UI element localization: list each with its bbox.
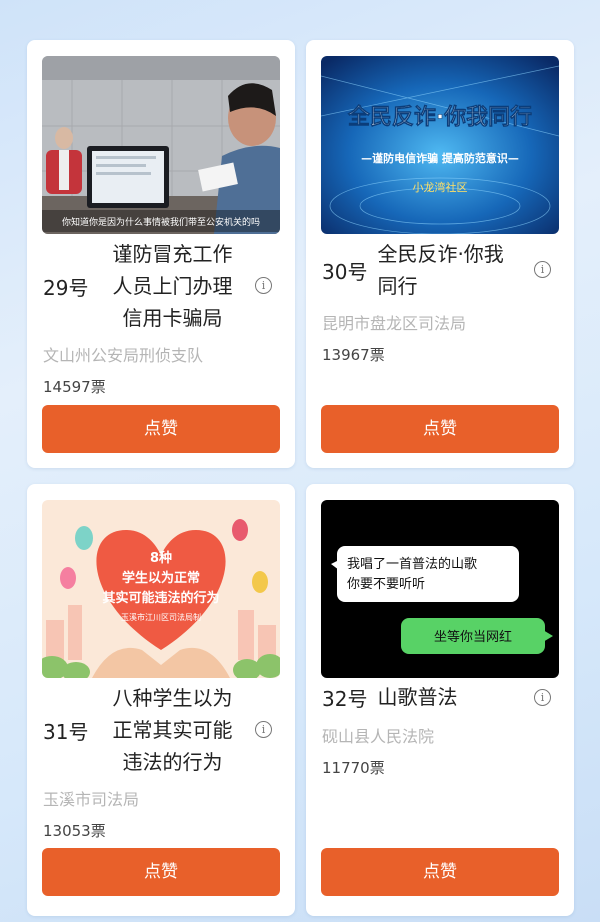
like-button[interactable]: 点赞 bbox=[42, 405, 280, 453]
video-number: 32号 bbox=[322, 686, 368, 711]
video-title-text: 山歌普法 bbox=[377, 685, 458, 709]
thumbnail-title: 全民反诈·你我同行 bbox=[347, 104, 532, 130]
vote-count: 11770票 bbox=[322, 759, 385, 777]
vote-count: 14597票 bbox=[43, 378, 106, 396]
video-number: 30号 bbox=[322, 259, 368, 284]
info-icon[interactable]: i bbox=[255, 277, 272, 294]
organization-name: 文山州公安局刑侦支队 bbox=[43, 346, 204, 365]
video-card-31[interactable]: 8种 学生以为正常 其实可能违法的行为 玉溪市江川区司法局制 31号 八种学生以… bbox=[27, 484, 295, 916]
video-number: 31号 bbox=[43, 719, 89, 744]
thumbnail-line-2: 学生以为正常 bbox=[122, 570, 200, 586]
vote-count: 13967票 bbox=[322, 346, 385, 364]
info-icon[interactable]: i bbox=[534, 261, 551, 278]
thumbnail-caption: 你知道你是因为什么事情被我们带至公安机关的吗 bbox=[62, 216, 260, 228]
thumbnail-credit: 玉溪市江川区司法局制 bbox=[121, 612, 201, 622]
organization-name: 昆明市盘龙区司法局 bbox=[322, 314, 467, 333]
video-card-30[interactable]: 全民反诈·你我同行 —谨防电信诈骗 提高防范意识— 小龙湾社区 30号 全民反诈… bbox=[306, 40, 574, 468]
chat-bubble-left-line-2: 你要不要听听 bbox=[347, 577, 425, 592]
thumbnail-line-3: 其实可能违法的行为 bbox=[102, 590, 219, 606]
thumbnail-subtitle: —谨防电信诈骗 提高防范意识— bbox=[361, 151, 519, 165]
video-thumbnail[interactable]: 我唱了一首普法的山歌 你要不要听听 坐等你当网红 bbox=[321, 500, 559, 678]
vote-count: 13053票 bbox=[43, 822, 106, 840]
like-button[interactable]: 点赞 bbox=[321, 848, 559, 896]
video-title: 29号 谨防冒充工作 人员上门办理 信用卡骗局 bbox=[43, 238, 281, 334]
info-icon[interactable]: i bbox=[534, 689, 551, 706]
video-title: 30号 全民反诈·你我 同行 bbox=[322, 238, 560, 302]
video-thumbnail[interactable]: 全民反诈·你我同行 —谨防电信诈骗 提高防范意识— 小龙湾社区 bbox=[321, 56, 559, 234]
video-title-text: 全民反诈·你我 同行 bbox=[377, 242, 504, 298]
video-card-29[interactable]: 你知道你是因为什么事情被我们带至公安机关的吗 29号 谨防冒充工作 人员上门办理… bbox=[27, 40, 295, 468]
organization-name: 砚山县人民法院 bbox=[322, 727, 435, 746]
like-button[interactable]: 点赞 bbox=[42, 848, 280, 896]
video-card-32[interactable]: 我唱了一首普法的山歌 你要不要听听 坐等你当网红 32号 山歌普法 i 砚山县人… bbox=[306, 484, 574, 916]
video-title: 32号 山歌普法 bbox=[322, 681, 560, 713]
info-icon[interactable]: i bbox=[255, 721, 272, 738]
video-title-text: 谨防冒充工作 人员上门办理 信用卡骗局 bbox=[112, 242, 233, 330]
video-thumbnail[interactable]: 8种 学生以为正常 其实可能违法的行为 玉溪市江川区司法局制 bbox=[42, 500, 280, 678]
thumbnail-line-1: 8种 bbox=[150, 550, 172, 566]
chat-bubble-right: 坐等你当网红 bbox=[434, 629, 512, 645]
chat-bubble-left-line-1: 我唱了一首普法的山歌 bbox=[347, 556, 477, 572]
like-button[interactable]: 点赞 bbox=[321, 405, 559, 453]
organization-name: 玉溪市司法局 bbox=[43, 790, 140, 809]
thumbnail-author: 小龙湾社区 bbox=[413, 180, 468, 194]
video-title-text: 八种学生以为 正常其实可能 违法的行为 bbox=[112, 686, 233, 774]
video-title: 31号 八种学生以为 正常其实可能 违法的行为 bbox=[43, 682, 281, 778]
video-thumbnail[interactable]: 你知道你是因为什么事情被我们带至公安机关的吗 bbox=[42, 56, 280, 234]
video-number: 29号 bbox=[43, 275, 89, 300]
